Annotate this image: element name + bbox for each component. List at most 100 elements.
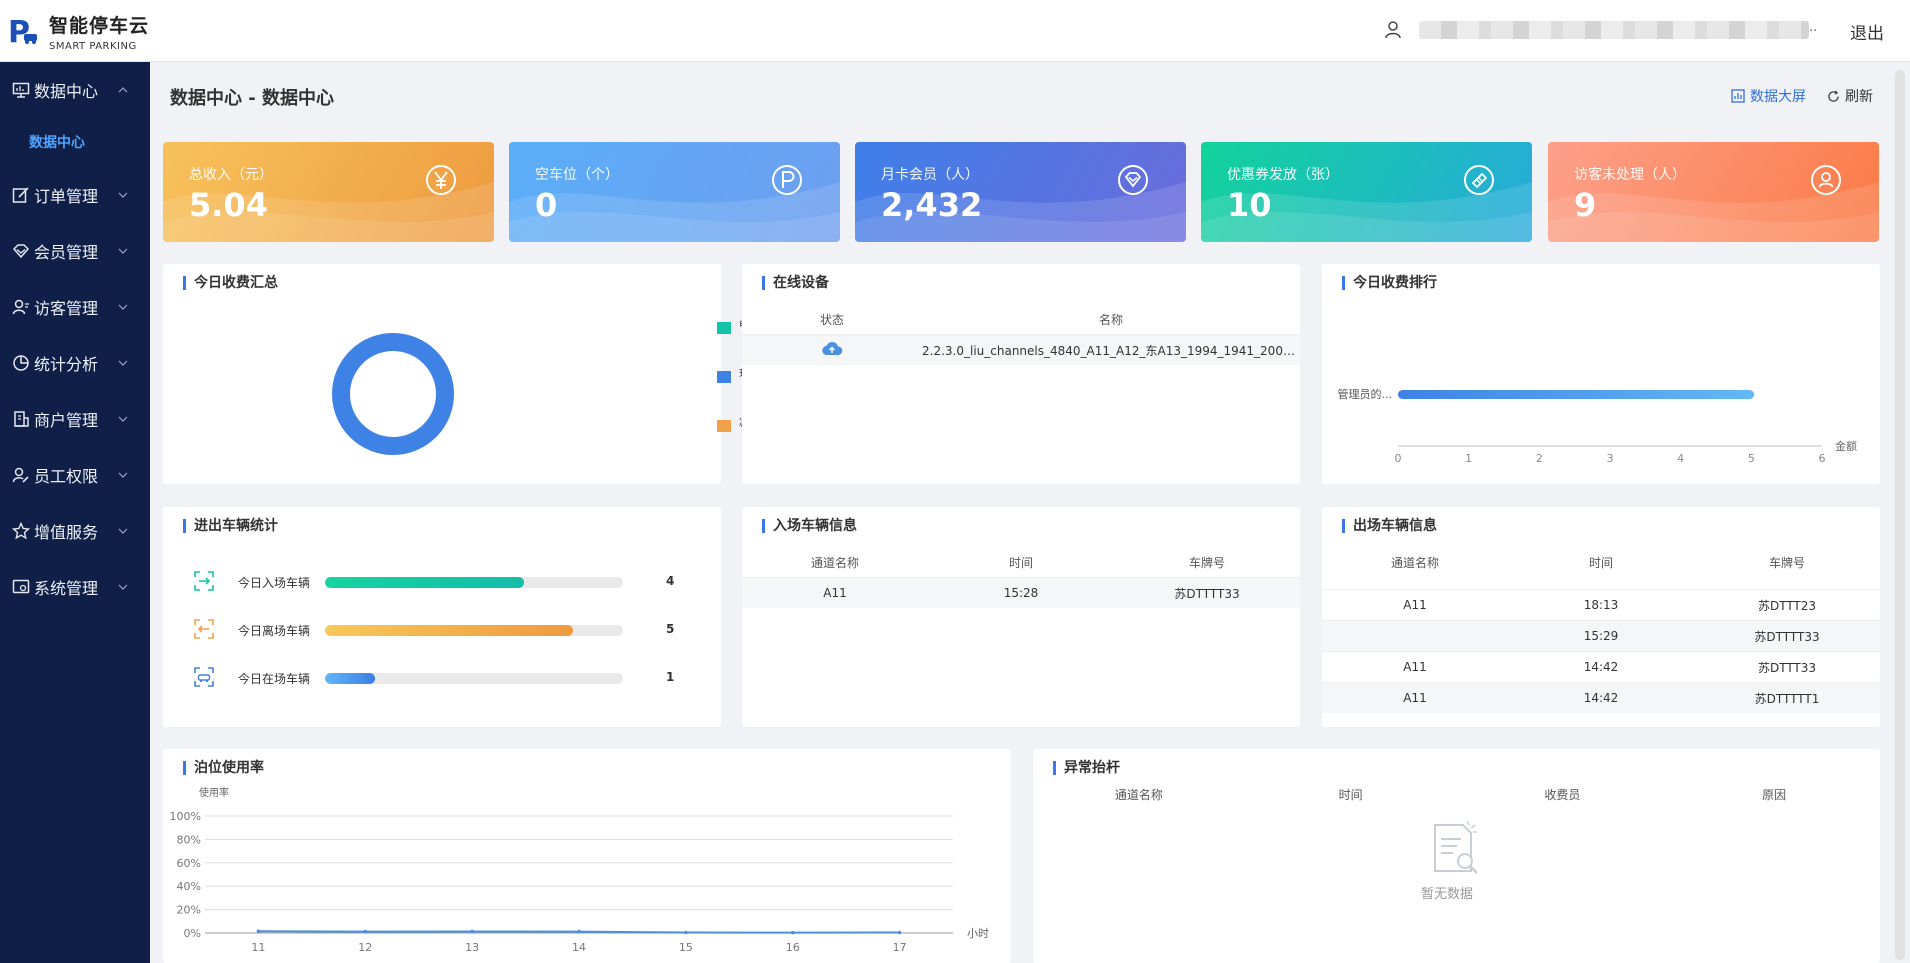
plate-cell: 苏DTTTT33 [1174, 586, 1240, 601]
table-row[interactable]: A11 15:28 苏DTTTT33 [742, 577, 1300, 608]
stat-card-value: 9 [1574, 186, 1597, 224]
panel-fee-summary: 今日收费汇总 电子 0 现金 5 减免 0 [163, 264, 760, 484]
top-header: P 智能停车云 SMART PARKING .. 退出 [0, 0, 1910, 62]
x-axis-label: 小时 [967, 927, 989, 940]
usage-data-point[interactable] [684, 930, 688, 935]
usage-data-point[interactable] [363, 929, 368, 934]
coupon-icon [1464, 165, 1494, 195]
user-name-ellipsis: .. [1809, 20, 1818, 35]
panel-fee-ranking: 今日收费排行 0 1 2 3 4 5 6 金额 管理员的... [1322, 264, 1880, 484]
plate-cell: 苏DTTTT33 [1754, 629, 1820, 644]
sidebar-item-label: 系统管理 [34, 579, 99, 598]
vehicle-stat-row-exited: 今日离场车辆 5 [193, 618, 713, 642]
stat-card-monthly-members[interactable]: 月卡会员（人） 2,432 [855, 142, 1186, 242]
sidebar-item-data-center[interactable]: 数据中心 [0, 70, 150, 110]
vehicle-stat-fill [325, 625, 574, 636]
staff-icon [12, 467, 29, 483]
donut-slice-1[interactable] [332, 333, 454, 455]
table-row[interactable]: 2.2.3.0_liu_channels_4840_A11_A12_东A13_1… [742, 334, 1300, 365]
stat-card-empty-spaces[interactable]: 空车位（个） 0 [509, 142, 840, 242]
sidebar-item-visitors[interactable]: 访客管理 [0, 287, 150, 327]
stat-card-visitors-pending[interactable]: 访客未处理（人） 9 [1548, 142, 1879, 242]
sidebar-item-members[interactable]: 会员管理 [0, 231, 150, 271]
x-tick-label: 17 [893, 941, 907, 954]
panel-vehicle-stats: 进出车辆统计 今日入场车辆 4 今日离场车辆 5 今日在场车辆 1 [163, 507, 721, 727]
user-name-blurred[interactable] [1419, 21, 1809, 39]
table-row[interactable]: A11 14:42 苏DTTT33 [1322, 651, 1880, 682]
big-screen-button[interactable]: 数据大屏 [1731, 86, 1806, 106]
brand-subtitle: SMART PARKING [49, 41, 137, 52]
column-header-collector: 收费员 [1544, 787, 1581, 802]
x-tick-label: 15 [679, 941, 693, 954]
x-tick-label: 6 [1819, 452, 1826, 465]
y-tick-label: 100% [170, 810, 201, 823]
vehicle-stat-fill [325, 673, 375, 684]
table-row[interactable]: 15:29 苏DTTTT33 [1322, 620, 1880, 651]
sidebar-subitem-data-center[interactable]: 数据中心 [29, 132, 85, 152]
sidebar-item-label: 员工权限 [34, 467, 99, 486]
ranking-bar[interactable] [1398, 390, 1755, 399]
x-tick-label: 5 [1748, 452, 1755, 465]
sidebar-item-statistics[interactable]: 统计分析 [0, 343, 150, 383]
legend-swatch [717, 371, 731, 383]
stat-card-coupons[interactable]: 优惠券发放（张） 10 [1201, 142, 1532, 242]
refresh-button[interactable]: 刷新 [1827, 86, 1873, 106]
logout-button[interactable]: 退出 [1850, 19, 1884, 44]
chevron-down-icon [118, 360, 128, 366]
x-tick-label: 14 [572, 941, 586, 954]
plate-cell: 苏DTTTTT1 [1754, 691, 1820, 706]
column-header-plate: 车牌号 [1188, 555, 1225, 570]
usage-data-point[interactable] [790, 930, 795, 935]
stat-card-label: 空车位（个） [535, 167, 619, 183]
sidebar-item-label: 会员管理 [34, 243, 99, 262]
column-header-channel: 通道名称 [1114, 787, 1163, 802]
yen-icon [426, 165, 456, 195]
legend-swatch [717, 322, 731, 334]
channel-cell: A11 [1403, 598, 1427, 612]
table-row[interactable]: A11 18:13 苏DTTT23 [1322, 589, 1880, 620]
panel-exit-info: 出场车辆信息 通道名称 时间 车牌号 A11 18:13 苏DTTT23 15:… [1322, 507, 1880, 727]
chevron-down-icon [118, 416, 128, 422]
usage-data-point[interactable] [897, 930, 902, 935]
sidebar-item-staff[interactable]: 员工权限 [0, 455, 150, 495]
device-name-cell: 2.2.3.0_liu_channels_4840_A11_A12_东A13_1… [922, 343, 1300, 358]
vehicle-stat-value: 4 [666, 574, 675, 588]
empty-document-icon [1434, 820, 1478, 874]
x-tick-label: 4 [1677, 452, 1684, 465]
sidebar-item-orders[interactable]: 订单管理 [0, 175, 150, 215]
parking-icon [772, 165, 802, 195]
vehicle-stat-track [325, 673, 623, 684]
sidebar-item-label: 订单管理 [34, 187, 99, 206]
chevron-up-icon [118, 87, 128, 93]
fee-donut-chart [332, 333, 454, 455]
time-cell: 15:28 [1003, 586, 1039, 600]
stat-card-label: 月卡会员（人） [881, 167, 979, 183]
refresh-label: 刷新 [1845, 89, 1873, 105]
chevron-down-icon [118, 472, 128, 478]
table-row[interactable]: A11 14:42 苏DTTTTT1 [1322, 682, 1880, 713]
merchant-icon [14, 411, 29, 427]
table-header: 状态 名称 [742, 304, 1300, 334]
stat-card-total-income[interactable]: 总收入（元） 5.04 [163, 142, 494, 242]
time-cell: 15:29 [1583, 629, 1619, 643]
visitor-icon [12, 299, 29, 315]
usage-data-point[interactable] [256, 929, 261, 934]
usage-data-point[interactable] [577, 929, 581, 934]
vehicle-stat-label: 今日离场车辆 [238, 624, 311, 638]
column-header-time: 时间 [1588, 555, 1613, 570]
x-axis-label: 金额 [1835, 439, 1857, 453]
sidebar-item-value-added[interactable]: 增值服务 [0, 511, 150, 551]
column-header-reason: 原因 [1762, 787, 1787, 802]
sidebar-item-label: 增值服务 [34, 523, 99, 542]
stat-card-label: 访客未处理（人） [1574, 167, 1686, 183]
y-tick-label: 0% [184, 927, 201, 940]
page-scrollbar[interactable] [1895, 70, 1905, 960]
usage-data-point[interactable] [470, 929, 474, 934]
user-icon[interactable] [1384, 20, 1402, 40]
panel-title: 入场车辆信息 [762, 519, 857, 533]
column-header-status: 状态 [819, 312, 844, 327]
sidebar-item-label: 访客管理 [34, 299, 99, 318]
sidebar-item-system[interactable]: 系统管理 [0, 567, 150, 607]
sidebar-item-merchants[interactable]: 商户管理 [0, 399, 150, 439]
system-icon [12, 579, 30, 594]
